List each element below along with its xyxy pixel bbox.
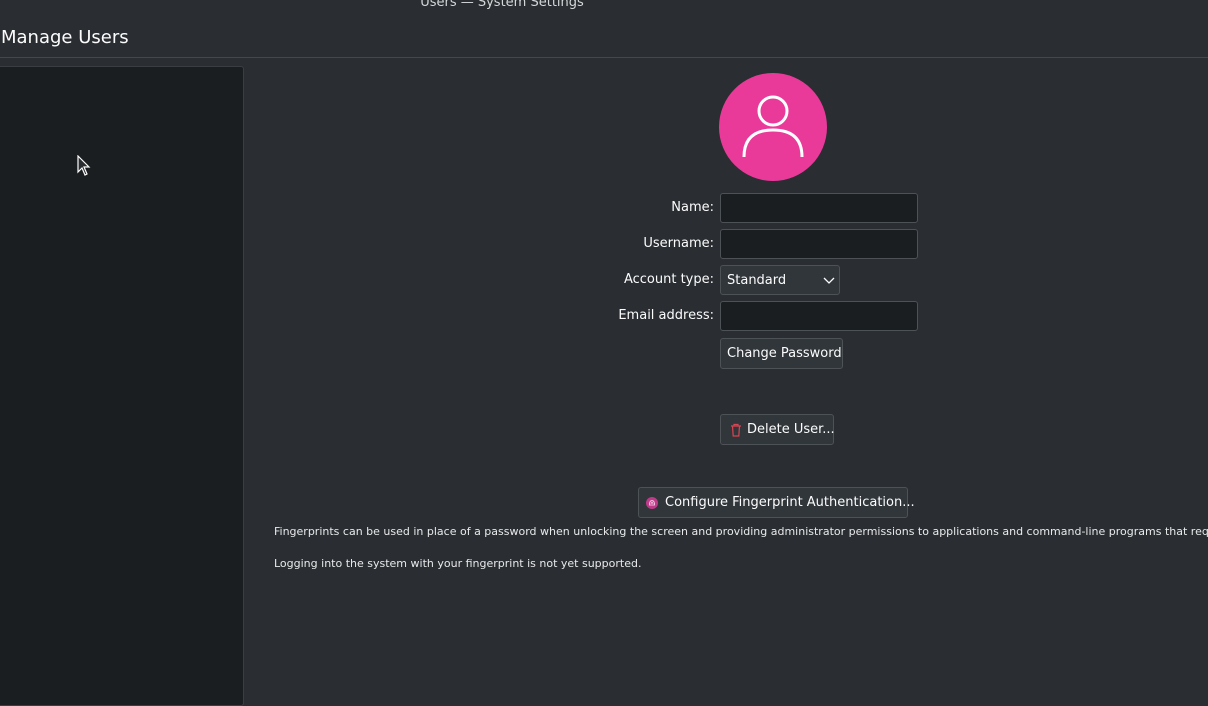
- avatar-button[interactable]: [719, 73, 827, 181]
- user-icon: [742, 95, 804, 158]
- configure-fingerprint-label: Configure Fingerprint Authentication...: [665, 495, 915, 510]
- delete-user-label: Delete User...: [747, 422, 835, 437]
- change-password-label: Change Password: [727, 346, 842, 361]
- account-type-select[interactable]: Standard: [720, 265, 840, 295]
- username-label: Username:: [643, 236, 714, 251]
- page-title: Manage Users: [1, 27, 129, 48]
- username-input[interactable]: [720, 229, 918, 259]
- fingerprint-login-note: Logging into the system with your finger…: [274, 557, 642, 570]
- delete-user-button[interactable]: Delete User...: [720, 414, 835, 445]
- fingerprint-description: Fingerprints can be used in place of a p…: [274, 525, 1208, 538]
- change-password-button[interactable]: Change Password: [720, 338, 843, 369]
- user-list[interactable]: [0, 66, 244, 706]
- account-type-value: Standard: [727, 273, 787, 288]
- fingerprint-icon: [646, 497, 658, 509]
- email-input[interactable]: [720, 301, 918, 331]
- page-header: Manage Users: [0, 0, 1208, 58]
- account-type-label: Account type:: [623, 272, 714, 287]
- trash-icon: [731, 423, 741, 437]
- chevron-down-icon: [823, 277, 835, 284]
- name-label: Name:: [671, 200, 714, 215]
- mouse-pointer-icon: [77, 155, 91, 176]
- configure-fingerprint-button[interactable]: Configure Fingerprint Authentication...: [638, 487, 915, 518]
- name-input[interactable]: [720, 193, 918, 223]
- email-label: Email address:: [618, 308, 714, 323]
